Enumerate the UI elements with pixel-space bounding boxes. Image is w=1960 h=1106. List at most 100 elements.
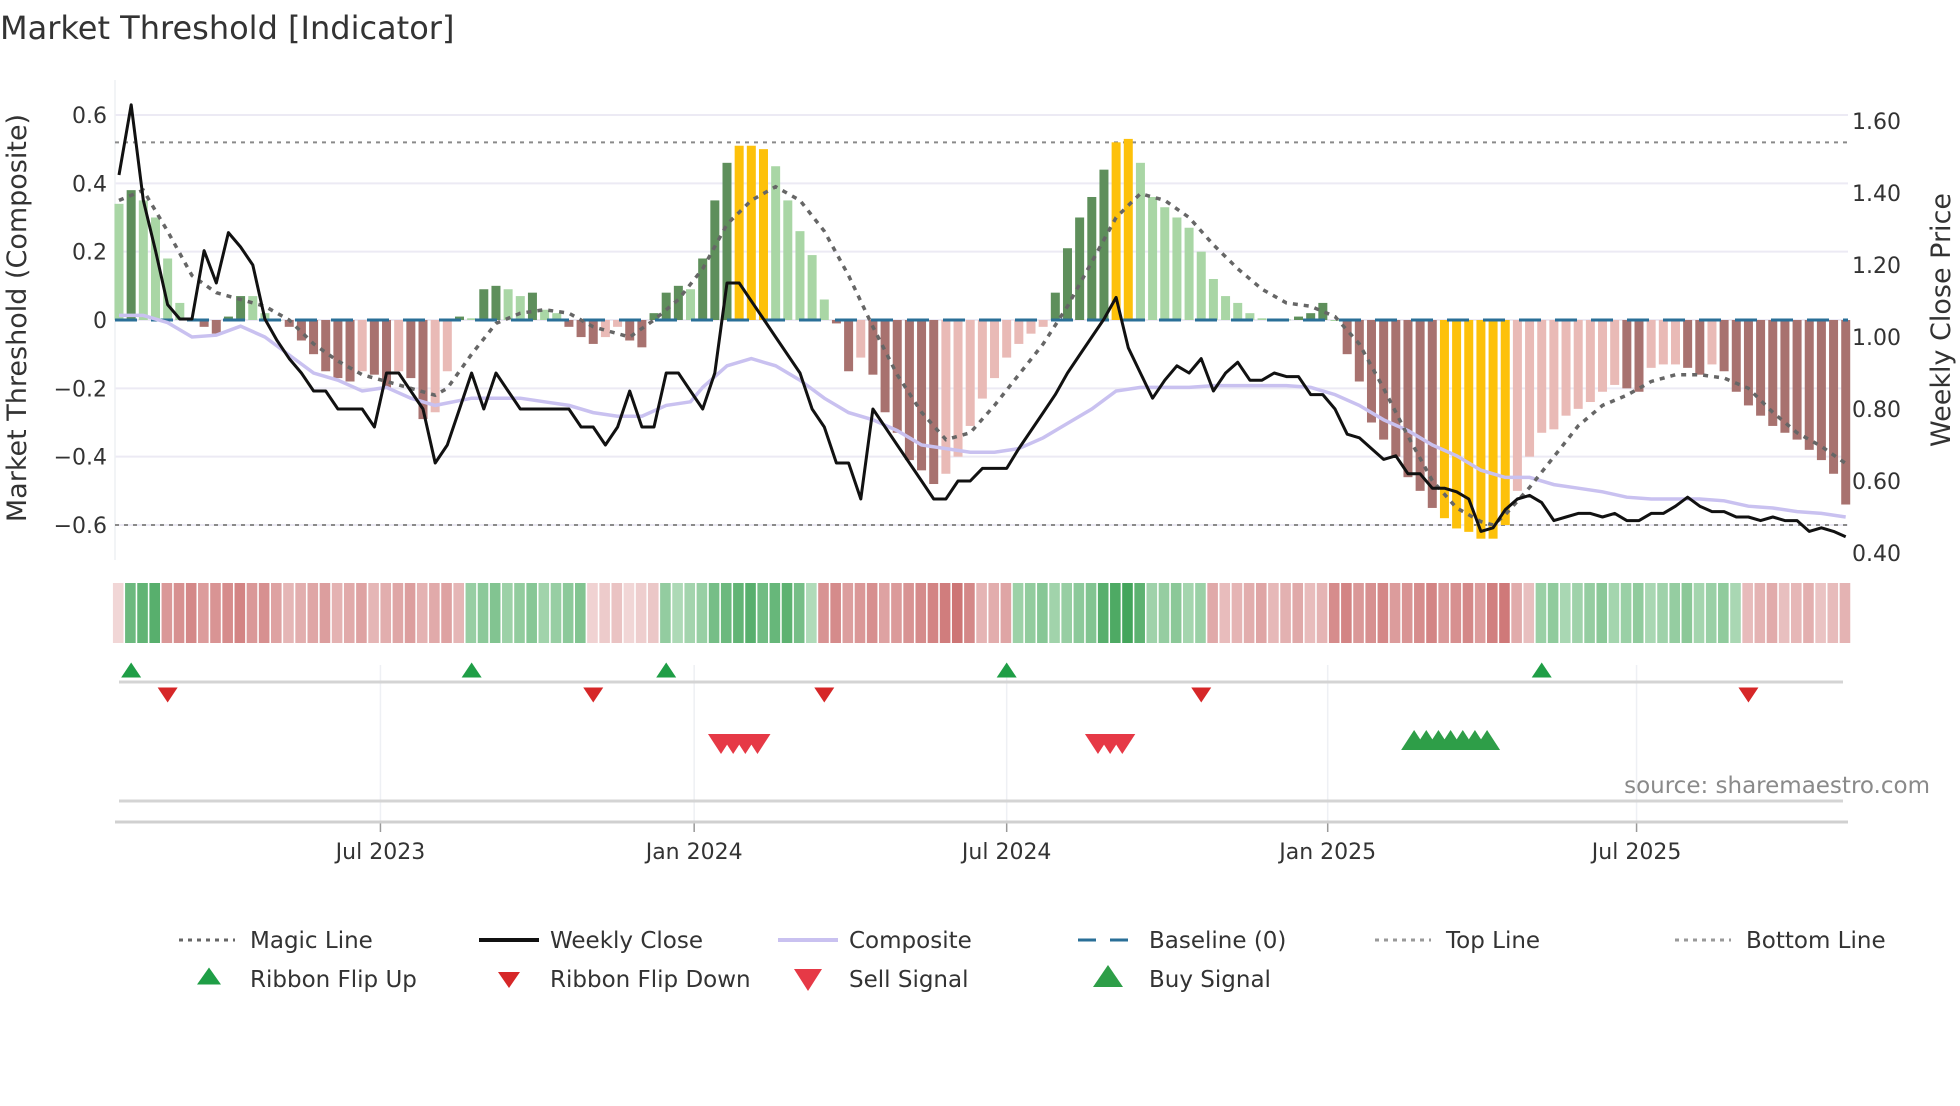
ribbon-cell	[842, 583, 854, 643]
ribbon-cell	[173, 583, 185, 643]
ribbon-cell	[1766, 583, 1778, 643]
ribbon-cell	[1511, 583, 1522, 643]
ribbon-cell	[684, 583, 696, 643]
composite-bar	[929, 320, 939, 485]
ribbon-flip-up-marker	[1531, 662, 1552, 678]
composite-bar	[1622, 320, 1632, 389]
ribbon-cell	[246, 583, 258, 643]
composite-bar	[856, 320, 866, 358]
ribbon-cell	[1572, 583, 1583, 643]
ribbon-cell	[1024, 583, 1036, 643]
composite-bar	[333, 320, 343, 379]
composite-bar	[430, 320, 440, 413]
composite-bar	[1123, 138, 1133, 320]
composite-bar	[1525, 320, 1535, 457]
ribbon-cell	[1377, 583, 1389, 643]
composite-bar	[1707, 320, 1717, 365]
ribbon-cell	[1791, 583, 1802, 643]
ribbon-cell	[915, 583, 927, 643]
ribbon-cell	[271, 583, 282, 643]
ribbon-cell	[806, 583, 817, 643]
composite-bar	[527, 292, 537, 320]
y-tick-label-left: 0.6	[72, 104, 107, 129]
ribbon-cell	[1073, 583, 1085, 643]
ribbon-cell	[720, 583, 732, 643]
ribbon-cell	[149, 583, 160, 643]
y-tick-label-right: 0.60	[1852, 470, 1901, 495]
composite-bar	[309, 320, 319, 355]
ribbon-cell	[879, 583, 890, 643]
ribbon-cell	[380, 583, 392, 643]
source-label: source: sharemaestro.com	[1624, 773, 1930, 799]
legend-item: Composite	[778, 928, 972, 954]
ribbon-cell	[1328, 583, 1340, 643]
ribbon-cell	[222, 583, 233, 643]
composite-bar	[710, 200, 720, 320]
ribbon-cell	[1839, 583, 1851, 643]
composite-bar	[1670, 320, 1680, 365]
ribbon-cell	[1146, 583, 1158, 643]
composite-bar	[1537, 320, 1547, 433]
composite-bar	[1610, 320, 1620, 385]
ribbon-cell	[623, 583, 635, 643]
composite-bar	[503, 289, 513, 320]
composite-bar	[1135, 162, 1145, 320]
composite-bar	[1233, 302, 1243, 320]
composite-bar	[1792, 320, 1802, 440]
ribbon-cell	[1499, 583, 1510, 643]
ribbon-cell	[1268, 583, 1279, 643]
ribbon-cell	[502, 583, 513, 643]
legend-label: Buy Signal	[1149, 967, 1271, 993]
ribbon-cell	[514, 583, 525, 643]
composite-bar	[211, 320, 221, 334]
legend-item: Bottom Line	[1675, 928, 1886, 954]
ribbon-cell	[976, 583, 987, 643]
ribbon-cell	[745, 583, 756, 643]
legend-label: Ribbon Flip Up	[250, 967, 417, 993]
composite-bar	[1804, 320, 1814, 450]
y-tick-label-right: 0.40	[1852, 542, 1901, 567]
legend-item: Sell Signal	[794, 967, 969, 993]
ribbon-cell	[599, 583, 610, 643]
ribbon-cell	[660, 583, 671, 643]
composite-bar	[917, 320, 927, 471]
composite-bar	[321, 320, 331, 372]
ribbon-cell	[1730, 583, 1741, 643]
ribbon-cell	[1535, 583, 1547, 643]
legend-label: Composite	[849, 928, 972, 954]
ribbon-cell	[1742, 583, 1753, 643]
ribbon-cell	[903, 583, 914, 643]
signal-rows	[115, 662, 1848, 824]
composite-bar	[783, 200, 793, 320]
ribbon-cell	[793, 583, 805, 643]
composite-bar	[1026, 320, 1036, 334]
composite-bar	[807, 255, 817, 320]
legend-label: Magic Line	[250, 928, 373, 954]
y-axis-label-right: Weekly Close Price	[1926, 193, 1957, 447]
ribbon-cell	[891, 583, 902, 643]
composite-bar	[1585, 320, 1595, 403]
ribbon-cell	[1353, 583, 1364, 643]
ribbon-cell	[1547, 583, 1559, 643]
ribbon-cell	[562, 583, 574, 643]
composite-bar	[1196, 251, 1206, 320]
composite-bar	[844, 320, 854, 372]
legend-label: Sell Signal	[849, 967, 969, 993]
x-tick-label: Jan 2025	[1277, 840, 1376, 865]
composite-bar	[248, 296, 258, 320]
market-threshold-chart: Market Threshold [Indicator] Market Thre…	[0, 9, 1957, 993]
composite-bar	[1634, 320, 1644, 392]
ribbon-cell	[538, 583, 550, 643]
composite-bar	[442, 320, 452, 372]
composite-bar	[491, 285, 501, 320]
composite-bar	[467, 318, 477, 320]
y-tick-label-left: 0	[93, 309, 107, 334]
composite-bar	[1829, 320, 1839, 474]
ribbon-cell	[1815, 583, 1826, 643]
y-tick-label-right: 1.40	[1852, 182, 1901, 207]
ribbon-cell	[1316, 583, 1328, 643]
x-tick-label: Jul 2024	[960, 840, 1052, 865]
composite-bar	[1208, 278, 1218, 320]
composite-bar	[977, 320, 987, 399]
ribbon-flip-down-marker	[1191, 687, 1212, 703]
